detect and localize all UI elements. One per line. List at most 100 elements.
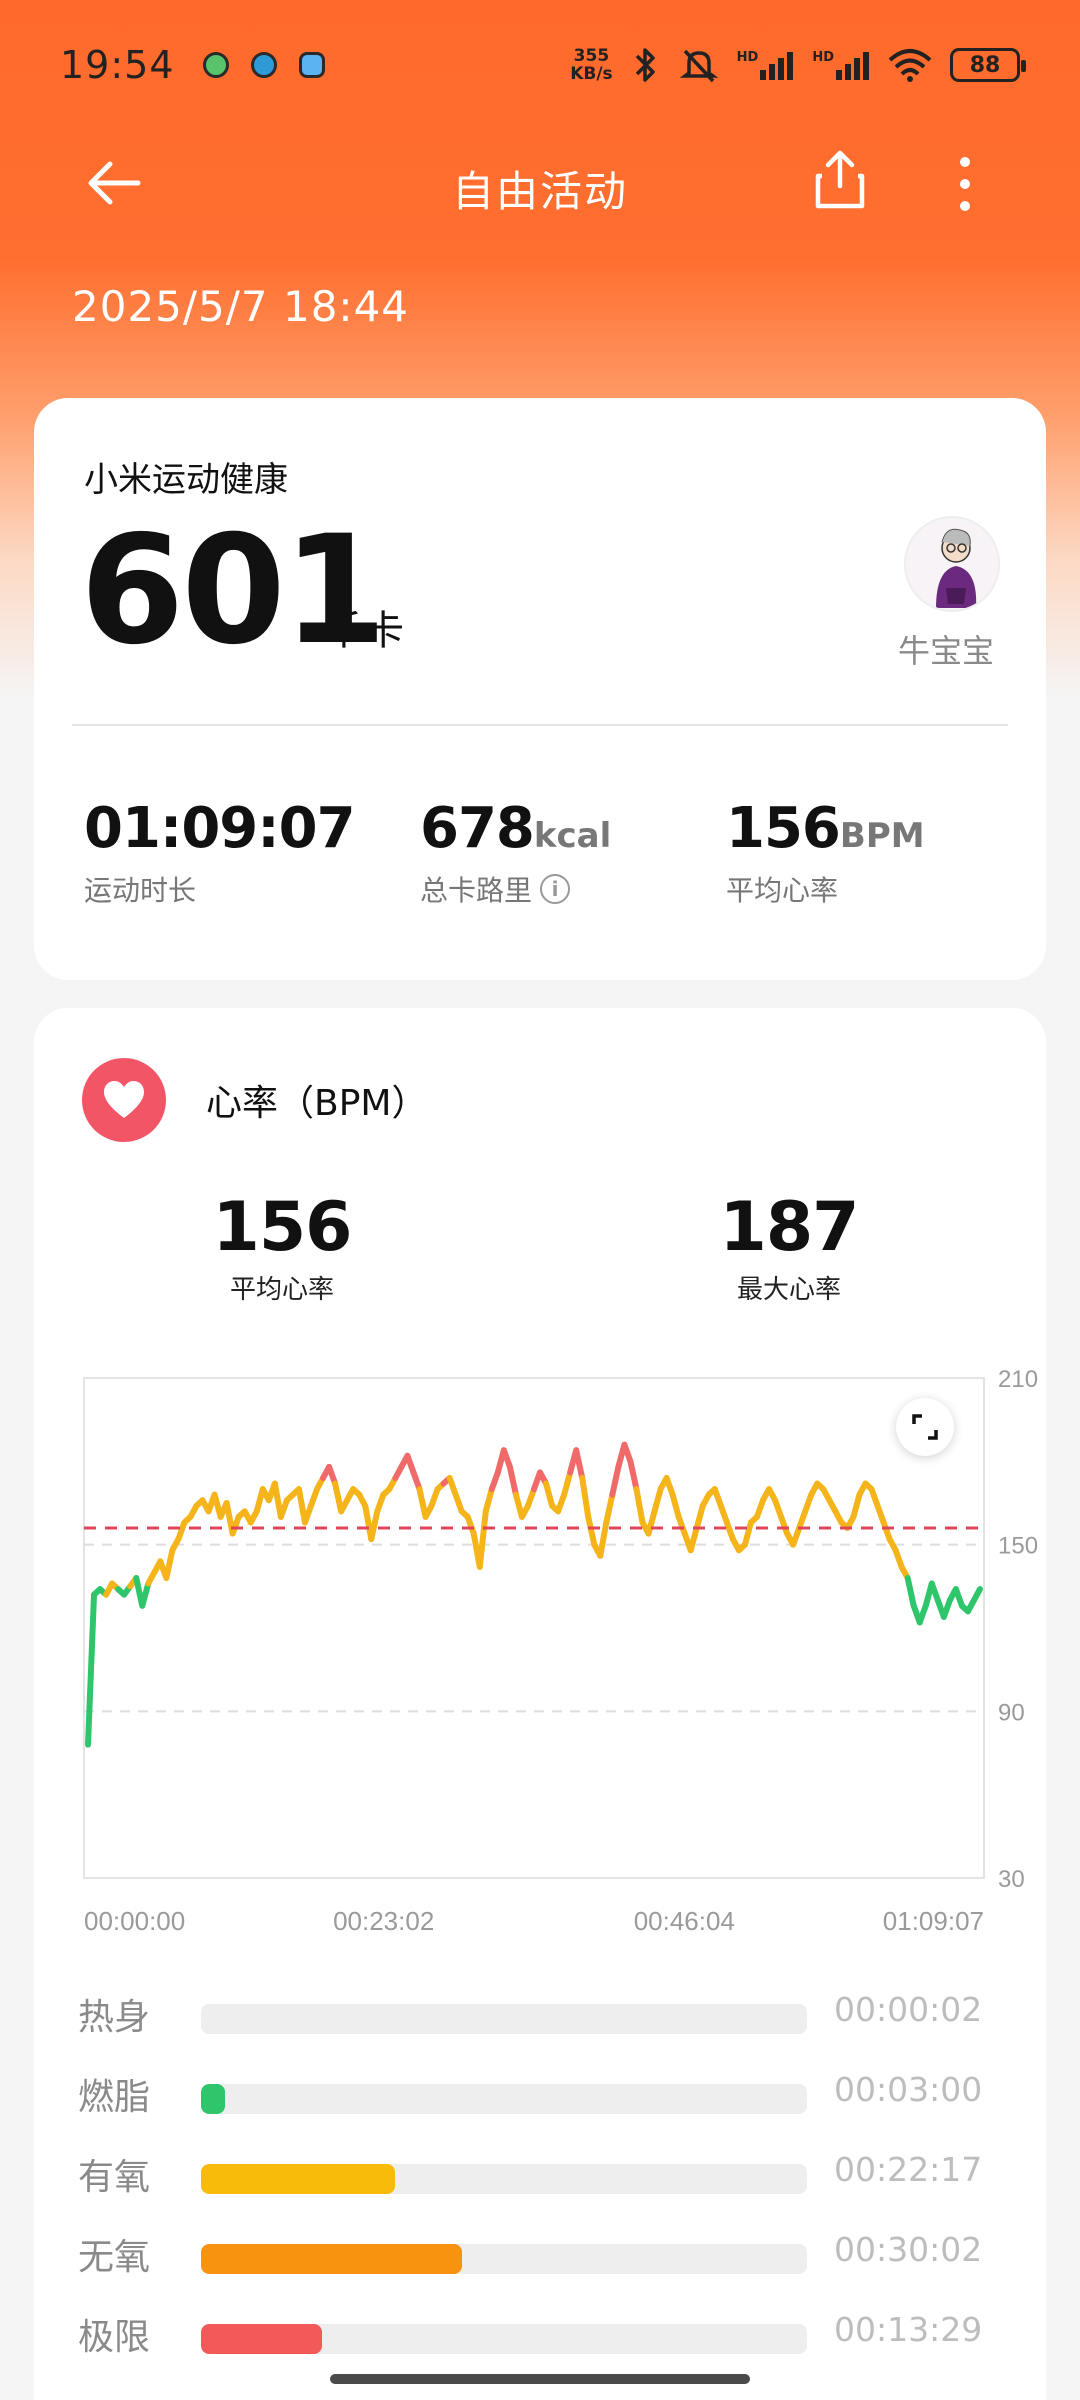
heart-icon [82,1058,166,1142]
zone-name: 燃脂 [78,2077,151,2118]
heart-rate-segment [585,1513,598,1548]
status-indicators: 355 KB/s HD HD 88 [570,45,1026,85]
status-bar: 19:54 355 KB/s HD HD 88 [0,0,1080,130]
stat-heart-rate-label: 平均心率 [726,874,839,907]
heart-rate-segment [669,1491,682,1520]
chart-frame [83,1377,985,1879]
y-tick-label: 30 [998,1866,1025,1893]
heart-rate-segment [368,1508,381,1543]
y-tick-label: 90 [998,1699,1025,1726]
mute-bell-icon [679,49,718,83]
heart-rate-segment [970,1586,983,1604]
heart-rate-segment [561,1469,574,1498]
max-heart-rate-stat: 187 最大心率 [719,1188,860,1305]
heart-rate-segment [687,1525,700,1554]
notification-icons [202,52,325,78]
x-tick-label: 00:46:04 [634,1906,735,1936]
stat-duration: 01:09:07 运动时长 [84,796,356,907]
heart-rate-segment [476,1508,489,1570]
zone-time: 00:00:02 [834,1990,983,2029]
stat-avg-heart-rate: 156BPM 平均心率 [726,796,925,907]
heart-rate-segment [603,1491,616,1526]
zone-bar-fill [201,2084,226,2114]
zone-bar-track [201,2004,807,2034]
zone-time: 00:30:02 [834,2230,983,2269]
signal-icon-2: HD [812,50,870,80]
y-tick-label: 210 [998,1366,1038,1393]
zone-time: 00:13:29 [834,2310,983,2349]
calories-unit: 千卡 [324,608,404,654]
heart-rate-segment [609,1463,622,1498]
zone-row: 燃脂 00:03:00 [34,2068,1046,2128]
heart-rate-segment [904,1575,917,1609]
zone-bar-fill [201,2244,462,2274]
signal-icon-1: HD [737,50,795,80]
zone-row: 无氧 00:30:02 [34,2228,1046,2288]
info-icon[interactable]: i [540,874,571,904]
network-speed: 355 KB/s [570,46,613,84]
zone-bar-fill [201,2324,323,2354]
heart-rate-segment [579,1475,592,1520]
zone-row: 有氧 00:22:17 [34,2148,1046,2208]
stat-total-calories: 678kcal 总卡路里 i [420,796,612,907]
heart-rate-chart: 210 150 90 30 00:00:00 00:23:02 00:46:04 01:09:… [83,1366,1038,1936]
zone-row: 热身 00:00:02 [34,1988,1046,2048]
y-tick-label: 150 [998,1533,1038,1560]
heart-rate-segment [506,1463,519,1498]
heart-rate-card: 心率（BPM） 156 平均心率 187 最大心率 210 150 90 30 00:0… [34,1008,1046,2400]
heart-rate-segment [482,1486,495,1515]
battery-indicator: 88 [950,48,1026,82]
more-vertical-icon[interactable] [935,148,995,218]
wifi-icon [888,49,932,82]
zone-bar-fill [201,2164,395,2194]
heart-rate-segment [850,1491,863,1520]
expand-icon [912,1414,938,1440]
zone-row: 极限 00:13:29 [34,2308,1046,2368]
zone-name: 有氧 [78,2157,151,2198]
zone-bar-track [201,2324,807,2354]
fullscreen-button[interactable] [896,1398,954,1456]
divider [72,724,1008,726]
app-notification-icon [250,52,277,78]
zone-bar-track [201,2244,807,2274]
zone-name: 极限 [78,2317,151,2358]
x-tick-label: 00:23:02 [333,1906,434,1936]
app-toolbar: 自由活动 [0,130,1080,240]
heart-rate-segment [741,1519,754,1548]
page-title: 自由活动 [451,167,628,216]
heart-rate-segment [693,1502,706,1531]
zone-name: 热身 [78,1997,151,2038]
user-avatar[interactable] [904,516,1000,612]
heart-rate-segment [651,1486,664,1515]
heart-rate-segment [543,1480,556,1509]
x-tick-label: 00:00:00 [84,1906,185,1936]
heart-rate-segment [645,1508,658,1537]
zone-time: 00:03:00 [834,2070,983,2109]
status-time: 19:54 [60,43,175,87]
zone-name: 无氧 [78,2237,151,2278]
zone-bar-track [201,2084,807,2114]
heart-rate-title: 心率（BPM） [206,1083,428,1124]
zone-bar-track [201,2164,807,2194]
heart-rate-segment [633,1486,646,1526]
bluetooth-icon [635,48,655,82]
avatar-illustration-icon [906,518,998,610]
summary-card: 小米运动健康 601 千卡 牛宝宝 01:09:07 运动时长 678kcal … [34,398,1046,980]
activity-datetime: 2025/5/7 18:44 [72,282,410,331]
avg-heart-rate-stat: 156 平均心率 [212,1188,353,1305]
app-notification-icon [202,52,229,78]
x-tick-label: 01:09:07 [883,1906,984,1936]
app-notification-icon [298,52,325,78]
heart-rate-segment [573,1447,586,1481]
zone-time: 00:22:17 [834,2150,983,2189]
source-brand: 小米运动健康 [84,460,288,500]
home-indicator[interactable] [330,2374,750,2384]
heart-rate-segment [627,1458,640,1493]
share-icon[interactable] [810,148,870,214]
stat-duration-label: 运动时长 [84,874,197,907]
heart-rate-segment [85,1591,98,1748]
user-name: 牛宝宝 [898,632,995,670]
stat-calories-label: 总卡路里 [420,874,533,907]
heart-rate-segment [139,1580,152,1609]
heart-rate-segment [163,1547,176,1581]
